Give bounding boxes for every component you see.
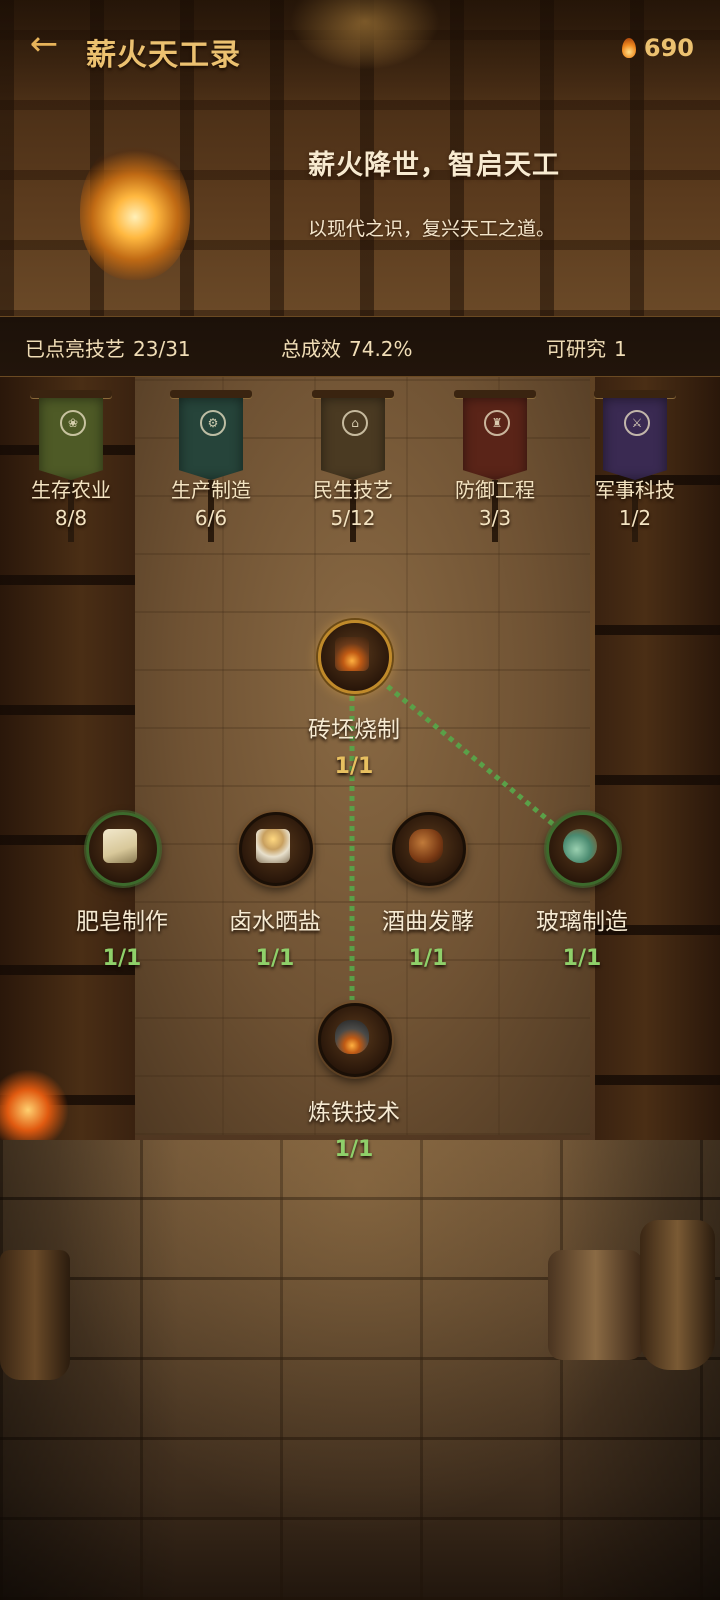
banner-rod — [454, 390, 536, 398]
node-name: 炼铁技术 — [308, 1100, 400, 1126]
brick-kiln-icon — [335, 637, 369, 671]
node-badge — [392, 812, 466, 886]
slogan-subtitle: 以现代之识，复兴天工之道。 — [308, 218, 556, 240]
node-level: 1/1 — [255, 946, 295, 971]
category-count: 8/8 — [54, 506, 88, 530]
category-name: 民生技艺 — [313, 478, 393, 502]
bronze-pot-right — [640, 1220, 715, 1370]
forge-fire — [0, 1070, 70, 1150]
node-level: 1/1 — [334, 1137, 374, 1162]
stats-bar: 已点亮技艺 23/31 总成效 74.2% 可研究 1 — [0, 316, 720, 377]
category-tab-defense[interactable]: ♜ 防御工程 3/3 — [440, 390, 550, 542]
stat-research-value: 1 — [614, 337, 627, 361]
category-banner: ❀ — [39, 398, 103, 480]
slogan: 薪火降世，智启天工 — [308, 150, 560, 181]
salt-icon — [256, 829, 290, 863]
stone-barrel-right — [548, 1250, 643, 1360]
category-banner: ♜ — [463, 398, 527, 480]
stat-research: 可研究 1 — [546, 333, 627, 362]
category-tab-agriculture[interactable]: ❀ 生存农业 8/8 — [16, 390, 126, 542]
arrow-left-icon[interactable]: ← — [24, 26, 64, 66]
stat-effect: 总成效 74.2% — [281, 333, 413, 362]
stat-effect-value: 74.2% — [349, 337, 413, 361]
node-level: 1/1 — [102, 946, 142, 971]
category-tab-manufacturing[interactable]: ⚙ 生产制造 6/6 — [156, 390, 266, 542]
node-name: 玻璃制造 — [536, 909, 628, 935]
fire-icon — [621, 38, 636, 58]
gear-emblem-icon: ⚙ — [200, 410, 226, 436]
stat-research-label: 可研究 — [546, 337, 606, 361]
clay-pot-left — [0, 1250, 70, 1380]
glass-flask-icon — [563, 829, 597, 863]
category-name: 防御工程 — [455, 478, 535, 502]
category-banner: ⌂ — [321, 398, 385, 480]
category-name: 生产制造 — [171, 478, 251, 502]
stat-unlocked-value: 23/31 — [133, 337, 191, 361]
node-level: 1/1 — [562, 946, 602, 971]
category-count: 1/2 — [618, 506, 652, 530]
category-tab-military[interactable]: ⚔ 军事科技 1/2 — [580, 390, 690, 542]
category-count: 3/3 — [478, 506, 512, 530]
floor-shade — [0, 1140, 720, 1600]
crossed-swords-emblem-icon: ⚔ — [624, 410, 650, 436]
stat-effect-label: 总成效 — [281, 337, 341, 361]
stat-unlocked: 已点亮技艺 23/31 — [25, 333, 191, 362]
category-banner: ⚙ — [179, 398, 243, 480]
category-name: 军事科技 — [595, 478, 675, 502]
currency-value: 690 — [643, 34, 694, 62]
category-name: 生存农业 — [31, 478, 111, 502]
node-name: 酒曲发酵 — [382, 909, 474, 935]
stat-unlocked-label: 已点亮技艺 — [25, 337, 125, 361]
category-count: 6/6 — [194, 506, 228, 530]
node-badge — [86, 812, 160, 886]
lantern-icon — [80, 140, 190, 280]
node-name: 肥皂制作 — [76, 909, 168, 935]
banner-rod — [312, 390, 394, 398]
castle-emblem-icon: ♜ — [484, 410, 510, 436]
node-name: 砖坯烧制 — [308, 717, 400, 743]
currency-display: 690 — [621, 34, 694, 62]
wheat-emblem-icon: ❀ — [60, 410, 86, 436]
page-title: 薪火天工录 — [86, 38, 241, 73]
node-badge — [546, 812, 620, 886]
node-name: 卤水晒盐 — [229, 909, 321, 935]
category-count: 5/12 — [330, 506, 376, 530]
node-level: 1/1 — [334, 754, 374, 779]
wine-jar-icon — [409, 829, 443, 863]
banner-rod — [30, 390, 112, 398]
house-emblem-icon: ⌂ — [342, 410, 368, 436]
node-badge — [318, 620, 392, 694]
banner-rod — [170, 390, 252, 398]
node-badge — [239, 812, 313, 886]
category-banner: ⚔ — [603, 398, 667, 480]
banner-rod — [594, 390, 676, 398]
category-tab-livelihood[interactable]: ⌂ 民生技艺 5/12 — [298, 390, 408, 542]
node-badge — [318, 1003, 392, 1077]
soap-icon — [103, 829, 137, 863]
top-bar: ← 薪火天工录 690 — [0, 0, 720, 100]
node-level: 1/1 — [408, 946, 448, 971]
iron-furnace-icon — [335, 1020, 369, 1054]
